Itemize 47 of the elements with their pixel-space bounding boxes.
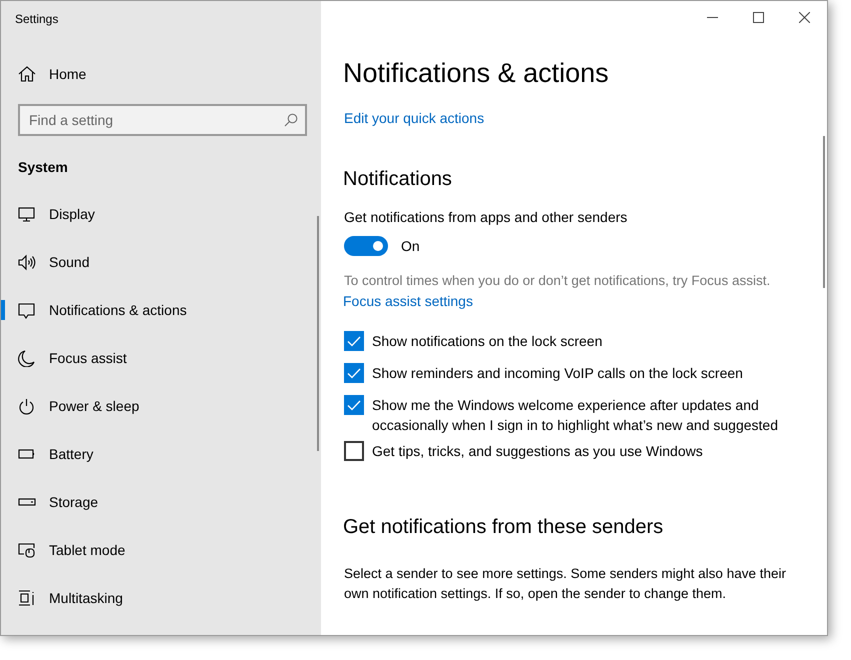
checkmark-icon: [347, 336, 361, 346]
quick-actions-link[interactable]: Edit your quick actions: [344, 108, 484, 128]
section-heading: System: [17, 158, 69, 177]
scrollbar[interactable]: [317, 216, 319, 451]
speaker-icon: [18, 254, 36, 270]
toggle-state: On: [401, 237, 420, 256]
checkmark-icon: [347, 368, 361, 378]
toggle-label: Get notifications from apps and other senders: [344, 208, 628, 227]
search-icon: [284, 113, 298, 127]
multitasking-icon: [18, 590, 36, 606]
moon-icon: [18, 350, 36, 366]
hint-text: To control times when you do or don’t get notifications, try Focus assist.: [344, 272, 772, 290]
section-heading: Notifications: [343, 167, 453, 192]
sidebar-item[interactable]: Multitasking: [1, 574, 321, 622]
page-title: Notifications & actions: [343, 57, 610, 90]
checkbox[interactable]: [344, 363, 364, 383]
section-heading: Get notifications from these senders: [343, 515, 664, 540]
search-field[interactable]: Find a setting: [18, 104, 307, 136]
scrollbar[interactable]: [823, 136, 825, 288]
checkbox[interactable]: [344, 395, 364, 415]
sidebar-item[interactable]: Storage: [1, 478, 321, 526]
monitor-icon: [18, 206, 36, 222]
sidebar-item[interactable]: Tablet mode: [1, 526, 321, 574]
sidebar-item[interactable]: Battery: [1, 430, 321, 478]
close-icon: [798, 12, 810, 22]
window-title: Settings: [14, 11, 60, 28]
home-nav-item[interactable]: Home: [1, 50, 321, 98]
maximize-icon: [752, 12, 764, 22]
sidebar-item[interactable]: Display: [1, 190, 321, 238]
toggle-switch[interactable]: [344, 236, 388, 256]
speech-bubble-icon: [18, 302, 36, 318]
sidebar-item[interactable]: Sound: [1, 238, 321, 286]
checkmark-icon: [347, 400, 361, 410]
checkbox-label: Show notifications on the lock screen: [372, 332, 602, 351]
checkbox-label: Show me the Windows welcome experience after updates and occasionally when I sign in to highlight what’s new and suggested: [372, 396, 779, 435]
home-icon: [18, 65, 36, 83]
checkbox-label: Get tips, tricks, and suggestions as you use Windows: [372, 442, 703, 461]
power-icon: [18, 398, 36, 414]
focus-assist-link[interactable]: Focus assist settings: [343, 291, 473, 311]
sidebar-item[interactable]: Focus assist: [1, 334, 321, 382]
sidebar-item[interactable]: Notifications & actions: [1, 286, 321, 334]
checkbox-label: Show reminders and incoming VoIP calls on the lock screen: [372, 364, 743, 383]
checkbox[interactable]: [344, 441, 364, 461]
checkbox[interactable]: [344, 331, 364, 351]
tablet-icon: [18, 542, 36, 558]
sidebar-item[interactable]: Power & sleep: [1, 382, 321, 430]
description-text: Select a sender to see more settings. Some senders might also have their own notification settings. If so, open the sender to change them.: [344, 565, 787, 603]
